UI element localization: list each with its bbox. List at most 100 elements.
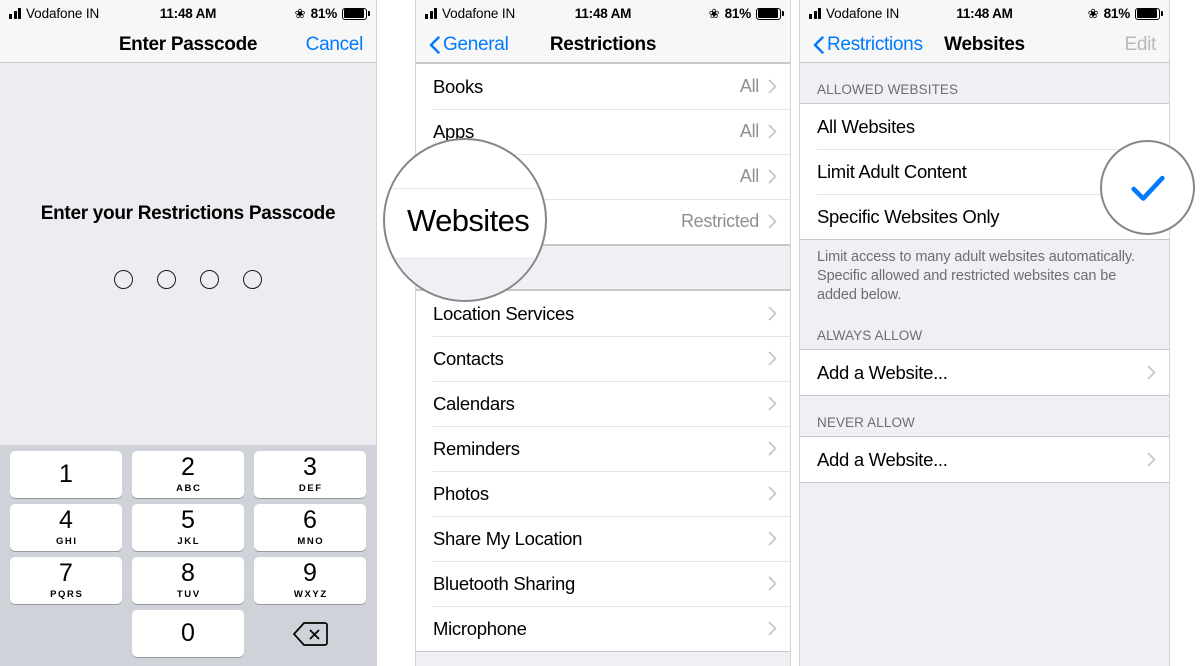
key-letters: ABC <box>176 483 202 494</box>
back-button-label: General <box>443 33 509 55</box>
always-allow-group: Add a Website... <box>800 349 1169 397</box>
option-all-websites[interactable]: All Websites <box>800 104 1169 149</box>
row-accessory <box>1147 452 1156 467</box>
panel-restrictions: Vodafone IN 11:48 AM ❀ 81% General Restr… <box>415 0 791 666</box>
row-add-website-never-allow[interactable]: Add a Website... <box>800 437 1169 483</box>
magnified-row-divider <box>385 188 545 189</box>
row-add-website-always-allow[interactable]: Add a Website... <box>800 350 1169 396</box>
key-6[interactable]: 6 MNO <box>254 504 366 551</box>
row-microphone[interactable]: Microphone <box>416 606 790 651</box>
row-label: Add a Website... <box>817 448 948 470</box>
key-number: 6 <box>303 506 317 534</box>
section-header-allowed-websites: ALLOWED WEBSITES <box>800 63 1169 103</box>
numeric-keypad: 1 2 ABC 3 DEF 4 GHI 5 JKL 6 MNO 7 PQRS 8… <box>0 445 376 666</box>
row-reminders[interactable]: Reminders <box>416 426 790 471</box>
row-accessory: All <box>740 121 777 142</box>
section-header-never-allow: NEVER ALLOW <box>800 396 1169 437</box>
magnifier-callout-websites: Websites <box>383 138 547 302</box>
key-number: 5 <box>181 506 195 534</box>
option-label: All Websites <box>817 115 915 137</box>
row-label: Reminders <box>433 437 520 459</box>
chevron-left-icon <box>813 35 824 54</box>
key-number: 9 <box>303 559 317 587</box>
chevron-right-icon <box>768 214 777 229</box>
key-number: 3 <box>303 453 317 481</box>
key-letters: GHI <box>55 536 78 547</box>
back-button-general[interactable]: General <box>429 34 509 56</box>
status-bar: Vodafone IN 11:48 AM ❀ 81% <box>800 0 1169 27</box>
screenshot-stage: Vodafone IN 11:48 AM ❀ 81% Enter Passcod… <box>0 0 1200 666</box>
chevron-right-icon <box>1147 365 1156 380</box>
row-value: All <box>739 166 759 186</box>
key-4[interactable]: 4 GHI <box>10 504 122 551</box>
navbar-restrictions: General Restrictions <box>416 27 790 63</box>
row-label: Share My Location <box>433 527 583 549</box>
navbar-passcode: Enter Passcode Cancel <box>0 27 376 63</box>
row-books[interactable]: Books All <box>416 64 790 109</box>
key-7[interactable]: 7 PQRS <box>10 557 122 604</box>
delete-backspace-icon[interactable] <box>254 610 366 657</box>
key-3[interactable]: 3 DEF <box>254 451 366 498</box>
chevron-right-icon <box>768 531 777 546</box>
key-number: 0 <box>181 619 195 647</box>
battery-percent-label: 81% <box>310 6 338 21</box>
row-accessory <box>768 621 777 636</box>
magnified-section-gap <box>385 259 545 300</box>
restrictions-group-privacy: Location Services Contacts Calendars Rem… <box>416 290 790 652</box>
key-letters: PQRS <box>50 589 84 600</box>
battery-icon <box>756 7 784 20</box>
key-5[interactable]: 5 JKL <box>132 504 244 551</box>
battery-percent-label: 81% <box>1103 6 1131 21</box>
row-value: Restricted <box>680 211 759 231</box>
key-number: 1 <box>59 460 73 488</box>
row-label: Location Services <box>433 302 574 324</box>
never-allow-group: Add a Website... <box>800 436 1169 484</box>
passcode-dots <box>114 270 262 289</box>
section-header-always-allow: ALWAYS ALLOW <box>800 309 1169 350</box>
row-share-my-location[interactable]: Share My Location <box>416 516 790 561</box>
cancel-button[interactable]: Cancel <box>306 34 364 56</box>
key-0[interactable]: 0 <box>132 610 244 657</box>
key-9[interactable]: 9 WXYZ <box>254 557 366 604</box>
row-photos[interactable]: Photos <box>416 471 790 516</box>
passcode-prompt: Enter your Restrictions Passcode <box>40 203 336 224</box>
row-accessory: Restricted <box>681 211 777 232</box>
key-number: 8 <box>181 559 195 587</box>
magnifier-callout-checkmark <box>1100 140 1195 235</box>
chevron-left-icon <box>429 35 440 54</box>
key-letters: MNO <box>297 536 325 547</box>
chevron-right-icon <box>768 396 777 411</box>
magnified-websites-label: Websites <box>407 203 530 238</box>
chevron-right-icon <box>768 441 777 456</box>
key-number: 7 <box>59 559 73 587</box>
edit-button[interactable]: Edit <box>1124 34 1156 56</box>
chevron-right-icon <box>768 124 777 139</box>
chevron-right-icon <box>768 486 777 501</box>
key-number: 2 <box>181 453 195 481</box>
back-button-restrictions[interactable]: Restrictions <box>813 34 923 56</box>
chevron-right-icon <box>768 576 777 591</box>
row-accessory: All <box>740 166 777 187</box>
row-contacts[interactable]: Contacts <box>416 336 790 381</box>
status-bar-right: ❀ 81% <box>708 6 784 21</box>
bluetooth-icon: ❀ <box>708 6 720 21</box>
key-letters: TUV <box>176 589 201 600</box>
key-2[interactable]: 2 ABC <box>132 451 244 498</box>
battery-icon <box>1135 7 1163 20</box>
back-button-label: Restrictions <box>827 33 923 55</box>
row-value: All <box>739 76 759 96</box>
bluetooth-icon: ❀ <box>294 6 306 21</box>
row-accessory <box>768 441 777 456</box>
row-calendars[interactable]: Calendars <box>416 381 790 426</box>
passcode-dot <box>157 270 176 289</box>
row-accessory <box>768 306 777 321</box>
key-1[interactable]: 1 <box>10 451 122 498</box>
row-accessory: All <box>740 76 777 97</box>
row-label: Bluetooth Sharing <box>433 572 575 594</box>
passcode-dot <box>200 270 219 289</box>
row-label: Microphone <box>433 617 527 639</box>
key-8[interactable]: 8 TUV <box>132 557 244 604</box>
panel-websites: Vodafone IN 11:48 AM ❀ 81% Restrictions … <box>799 0 1170 666</box>
chevron-right-icon <box>768 169 777 184</box>
row-bluetooth-sharing[interactable]: Bluetooth Sharing <box>416 561 790 606</box>
